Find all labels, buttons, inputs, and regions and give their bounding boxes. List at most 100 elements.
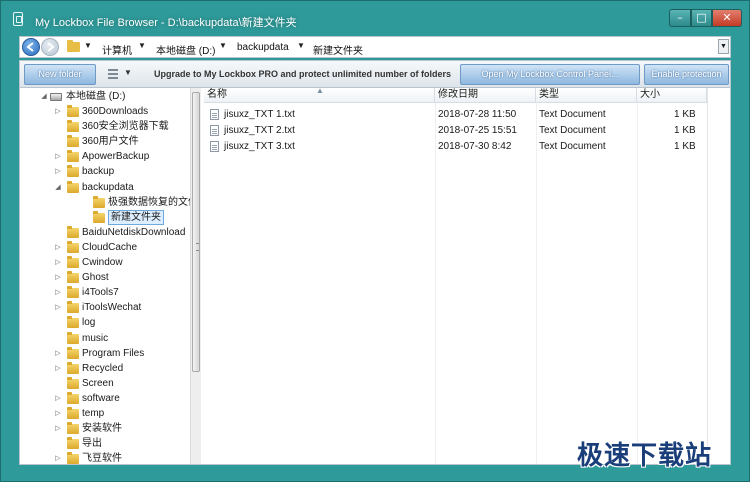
column-header-size[interactable]: 大小: [637, 88, 707, 103]
collapsed-arrow-icon[interactable]: ▷: [54, 286, 62, 300]
chevron-down-icon[interactable]: ▼: [297, 41, 305, 50]
file-size: 1 KB: [674, 125, 696, 136]
file-name: jisuxz_TXT 3.txt: [224, 141, 295, 152]
tree-item-label: backupdata: [82, 181, 134, 193]
folder-icon: [67, 316, 79, 329]
crumb-computer[interactable]: 计算机: [102, 42, 132, 57]
folder-icon: [67, 40, 80, 52]
tree-item-label: BaiduNetdiskDownload: [82, 226, 186, 238]
crumb-new-folder[interactable]: 新建文件夹: [313, 42, 363, 57]
open-control-panel-button[interactable]: Open My Lockbox Control Panel...: [460, 64, 640, 85]
file-row[interactable]: jisuxz_TXT 2.txt 2018-07-25 15:51 Text Doc…: [204, 123, 707, 138]
file-list-scroll-area[interactable]: [707, 88, 730, 464]
file-date: 2018-07-28 11:50: [438, 109, 517, 120]
upgrade-promo-text: Upgrade to My Lockbox PRO and protect un…: [154, 69, 452, 79]
new-folder-button[interactable]: New folder: [24, 64, 96, 85]
sort-ascending-icon: ▲: [316, 87, 324, 95]
enable-protection-button[interactable]: Enable protection: [644, 64, 729, 85]
file-date: 2018-07-30 8:42: [438, 141, 512, 152]
folder-icon: [67, 256, 79, 268]
arrow-left-icon: [26, 42, 34, 52]
folder-icon: [67, 437, 79, 450]
file-type: Text Document: [539, 109, 606, 120]
folder-icon: [67, 165, 79, 178]
toolbar: New folder ▼ Upgrade to My Lockbox PRO a…: [19, 60, 731, 88]
collapsed-arrow-icon[interactable]: ▷: [54, 347, 62, 361]
app-window: My Lockbox File Browser - D:\backupdata\…: [0, 0, 750, 482]
folder-tree: ◢ 本地磁盘 (D:) ▷ 360Downloads 360安全浏览器下载 360用户…: [20, 88, 198, 465]
tree-item-label: iToolsWechat: [82, 302, 142, 314]
forward-button[interactable]: [41, 38, 59, 56]
collapsed-arrow-icon[interactable]: ▷: [54, 362, 62, 376]
collapsed-arrow-icon[interactable]: ▷: [54, 165, 62, 179]
tree-item-label: i4Tools7: [82, 287, 119, 299]
collapsed-arrow-icon[interactable]: ▷: [54, 256, 62, 270]
list-view-icon[interactable]: [108, 69, 118, 79]
column-header-type[interactable]: 类型: [536, 88, 637, 103]
collapsed-arrow-icon[interactable]: ▷: [54, 407, 62, 421]
tree-item-label: log: [82, 317, 96, 329]
file-size: 1 KB: [674, 109, 696, 120]
tree-item-label: 极强数据恢复的文件: [108, 196, 198, 208]
folder-icon: [67, 301, 79, 314]
folder-icon: [67, 240, 79, 253]
collapsed-arrow-icon[interactable]: ▷: [54, 271, 62, 285]
chevron-down-icon[interactable]: ▼: [124, 68, 132, 77]
collapsed-arrow-icon[interactable]: ▷: [54, 452, 62, 464]
tree-item-label: backup: [82, 166, 115, 178]
column-header-date[interactable]: 修改日期: [435, 88, 536, 103]
tree-item-label: Ghost: [82, 272, 109, 284]
file-row[interactable]: jisuxz_TXT 3.txt 2018-07-30 8:42 Text Docu…: [204, 139, 707, 154]
column-header-name[interactable]: 名称 ▲: [204, 88, 435, 103]
folder-icon: [67, 120, 79, 133]
folder-icon: [67, 346, 79, 359]
minimize-button[interactable]: –: [669, 9, 691, 27]
chevron-down-icon[interactable]: ▼: [84, 41, 92, 50]
maximize-button[interactable]: □: [691, 9, 712, 27]
file-list: 名称 ▲ 修改日期 类型 大小 jisuxz_TXT 1.txt 2018-07-…: [204, 88, 707, 464]
expanded-arrow-icon[interactable]: ◢: [54, 181, 62, 195]
lockbox-app-icon: [13, 12, 23, 26]
chevron-down-icon[interactable]: ▼: [138, 41, 146, 50]
crumb-drive[interactable]: 本地磁盘 (D:): [156, 42, 215, 57]
tree-item-label: 360Downloads: [82, 106, 149, 117]
tree-item-label: Cwindow: [82, 257, 123, 268]
chevron-down-icon[interactable]: ▼: [219, 41, 227, 50]
crumb-backupdata[interactable]: backupdata: [237, 42, 289, 53]
file-size: 1 KB: [674, 141, 696, 152]
arrow-right-icon: [47, 42, 55, 52]
tree-item-label: 飞豆软件: [82, 453, 122, 465]
folder-icon: [67, 286, 79, 299]
file-name: jisuxz_TXT 1.txt: [224, 109, 295, 120]
tree-scrollbar[interactable]: [190, 88, 201, 464]
folder-icon: [67, 361, 79, 374]
collapsed-arrow-icon[interactable]: ▷: [54, 301, 62, 315]
collapsed-arrow-icon[interactable]: ▷: [54, 150, 62, 164]
tree-item-label: temp: [82, 408, 105, 419]
drive-icon: [50, 93, 62, 101]
collapsed-arrow-icon[interactable]: ▷: [54, 392, 62, 406]
expanded-arrow-icon[interactable]: ◢: [40, 90, 48, 104]
file-row[interactable]: jisuxz_TXT 1.txt 2018-07-28 11:50 Text Doc…: [204, 107, 707, 122]
back-button[interactable]: [22, 38, 40, 56]
text-file-icon: [210, 125, 219, 136]
folder-icon: [67, 271, 79, 284]
folder-icon: [67, 376, 79, 389]
tree-item-label: Screen: [82, 377, 114, 389]
collapsed-arrow-icon[interactable]: ▷: [54, 241, 62, 255]
file-name: jisuxz_TXT 2.txt: [224, 125, 295, 136]
folder-icon: [67, 105, 79, 117]
close-button[interactable]: ✕: [712, 9, 742, 27]
file-date: 2018-07-25 15:51: [438, 125, 517, 136]
address-bar[interactable]: ▼ 计算机 ▼ 本地磁盘 (D:) ▼ backupdata ▼ 新建文件夹 ▼: [19, 36, 731, 58]
file-type: Text Document: [539, 125, 606, 136]
tree-item-label: 360用户文件: [82, 136, 139, 148]
collapsed-arrow-icon[interactable]: ▷: [54, 422, 62, 436]
address-dropdown-button[interactable]: ▼: [718, 39, 729, 54]
tree-scrollbar-thumb[interactable]: [192, 92, 200, 372]
tree-item-label: 360安全浏览器下载: [82, 121, 169, 133]
folder-icon: [67, 407, 79, 419]
collapsed-arrow-icon[interactable]: ▷: [54, 105, 62, 119]
tree-item-label: CloudCache: [82, 241, 138, 253]
tree-item-label: ApowerBackup: [82, 151, 150, 163]
